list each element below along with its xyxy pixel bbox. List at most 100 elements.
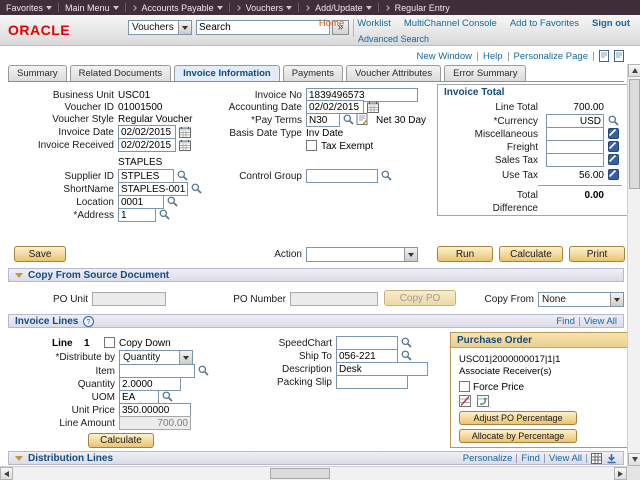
tab-related-documents[interactable]: Related Documents <box>70 65 171 81</box>
line-amount-input[interactable] <box>119 416 191 430</box>
lookup-icon[interactable] <box>198 365 209 376</box>
scroll-left-button[interactable] <box>0 467 13 480</box>
advanced-search-link[interactable]: Advanced Search <box>358 34 429 44</box>
finalize-line-icon[interactable] <box>459 395 471 407</box>
calendar-icon[interactable] <box>179 126 191 138</box>
action-select[interactable] <box>306 247 418 262</box>
help-icon[interactable]: ? <box>83 316 94 327</box>
calculate-button[interactable]: Calculate <box>499 246 563 262</box>
speedchart-input[interactable] <box>336 336 398 350</box>
breadcrumb-item-add-update[interactable]: Add/Update <box>315 3 372 13</box>
breadcrumb-item-main-menu[interactable]: Main Menu <box>65 3 119 13</box>
sign-out-link[interactable]: Sign out <box>592 18 630 29</box>
horizontal-scrollbar[interactable] <box>0 466 627 480</box>
lookup-icon[interactable] <box>159 209 170 220</box>
invoice-lines-find-link[interactable]: Find <box>556 316 574 327</box>
multichannel-console-link[interactable]: MultiChannel Console <box>404 18 497 29</box>
breadcrumb-item-vouchers[interactable]: Vouchers <box>246 3 293 13</box>
run-button[interactable]: Run <box>437 246 493 262</box>
collapse-icon[interactable] <box>15 456 23 461</box>
copy-down-checkbox[interactable] <box>104 337 115 348</box>
distribution-find-link[interactable]: Find <box>521 453 539 464</box>
print-button[interactable]: Print <box>569 246 625 262</box>
grid-icon[interactable] <box>591 453 602 464</box>
unit-price-input[interactable] <box>119 403 191 417</box>
currency-detail-icon[interactable] <box>608 169 619 180</box>
address-input[interactable] <box>118 208 156 222</box>
supplier-id-input[interactable] <box>118 169 174 183</box>
lookup-icon[interactable] <box>401 337 412 348</box>
ship-to-input[interactable] <box>336 349 398 363</box>
download-icon[interactable] <box>606 453 617 464</box>
po-number-link[interactable]: USC01|2000000017|1|1 <box>459 354 560 365</box>
allocate-by-percentage-button[interactable]: Allocate by Percentage <box>459 429 577 443</box>
currency-detail-icon[interactable] <box>608 141 619 152</box>
tab-payments[interactable]: Payments <box>283 65 343 81</box>
page-icon[interactable] <box>614 50 624 62</box>
force-price-checkbox[interactable] <box>459 381 470 392</box>
po-unit-input[interactable] <box>92 292 166 306</box>
shortname-input[interactable] <box>118 182 188 196</box>
lookup-icon[interactable] <box>608 115 619 126</box>
help-link[interactable]: Help <box>483 51 503 62</box>
calendar-icon[interactable] <box>179 139 191 151</box>
undo-finalize-icon[interactable] <box>477 395 489 407</box>
po-number-input[interactable] <box>290 292 378 306</box>
home-link[interactable]: Home <box>319 18 344 29</box>
invoice-date-input[interactable] <box>118 125 176 139</box>
breadcrumb-item-favorites[interactable]: Favorites <box>6 3 52 13</box>
scroll-right-button[interactable] <box>614 467 627 480</box>
distribution-view-all-link[interactable]: View All <box>549 453 582 464</box>
pay-terms-input[interactable] <box>306 113 340 127</box>
search-input[interactable] <box>196 20 330 35</box>
search-scope-select[interactable]: Vouchers <box>128 20 192 35</box>
packing-slip-input[interactable] <box>336 375 408 389</box>
miscellaneous-input[interactable] <box>546 127 604 141</box>
distribute-by-select[interactable]: Quantity <box>119 350 193 365</box>
distribution-personalize-link[interactable]: Personalize <box>463 453 513 464</box>
new-window-link[interactable]: New Window <box>417 51 472 62</box>
lookup-icon[interactable] <box>381 170 392 181</box>
currency-input[interactable] <box>546 114 604 128</box>
lookup-icon[interactable] <box>343 114 354 125</box>
line-calculate-button[interactable]: Calculate <box>88 433 154 448</box>
currency-detail-icon[interactable] <box>608 154 619 165</box>
collapse-icon[interactable] <box>15 273 23 278</box>
vertical-scrollbar[interactable] <box>627 64 640 466</box>
tab-invoice-information[interactable]: Invoice Information <box>174 65 280 81</box>
tax-exempt-checkbox[interactable] <box>306 140 317 151</box>
add-to-favorites-link[interactable]: Add to Favorites <box>510 18 579 29</box>
lookup-icon[interactable] <box>401 350 412 361</box>
save-button[interactable]: Save <box>14 246 66 262</box>
horizontal-scroll-thumb[interactable] <box>270 468 330 479</box>
lookup-icon[interactable] <box>167 196 178 207</box>
item-input[interactable] <box>119 364 195 378</box>
supplier-name-link[interactable]: STAPLES <box>118 157 162 168</box>
invoice-lines-view-all-link[interactable]: View All <box>584 316 617 327</box>
worklist-link[interactable]: Worklist <box>357 18 391 29</box>
uom-input[interactable] <box>119 390 159 404</box>
sales-tax-input[interactable] <box>546 153 604 167</box>
lookup-icon[interactable] <box>191 183 202 194</box>
location-input[interactable] <box>118 195 164 209</box>
quantity-input[interactable] <box>119 377 181 391</box>
tab-error-summary[interactable]: Error Summary <box>444 65 526 81</box>
tab-voucher-attributes[interactable]: Voucher Attributes <box>346 65 441 81</box>
copy-po-button[interactable]: Copy PO <box>384 290 456 306</box>
pay-terms-detail-icon[interactable] <box>356 113 368 125</box>
breadcrumb-item-regular-entry[interactable]: Regular Entry <box>395 3 450 13</box>
scroll-down-button[interactable] <box>628 453 640 466</box>
adjust-po-percentage-button[interactable]: Adjust PO Percentage <box>459 411 577 425</box>
lookup-icon[interactable] <box>177 170 188 181</box>
lookup-icon[interactable] <box>162 391 173 402</box>
freight-input[interactable] <box>546 140 604 154</box>
accounting-date-input[interactable] <box>306 100 364 114</box>
control-group-input[interactable] <box>306 169 378 183</box>
associate-receivers-link[interactable]: Associate Receiver(s) <box>459 366 551 377</box>
invoice-received-input[interactable] <box>118 138 176 152</box>
tab-summary[interactable]: Summary <box>8 65 67 81</box>
calendar-icon[interactable] <box>367 101 379 113</box>
personalize-page-link[interactable]: Personalize Page <box>514 51 588 62</box>
page-icon[interactable] <box>599 50 609 62</box>
description-input[interactable] <box>336 362 428 376</box>
